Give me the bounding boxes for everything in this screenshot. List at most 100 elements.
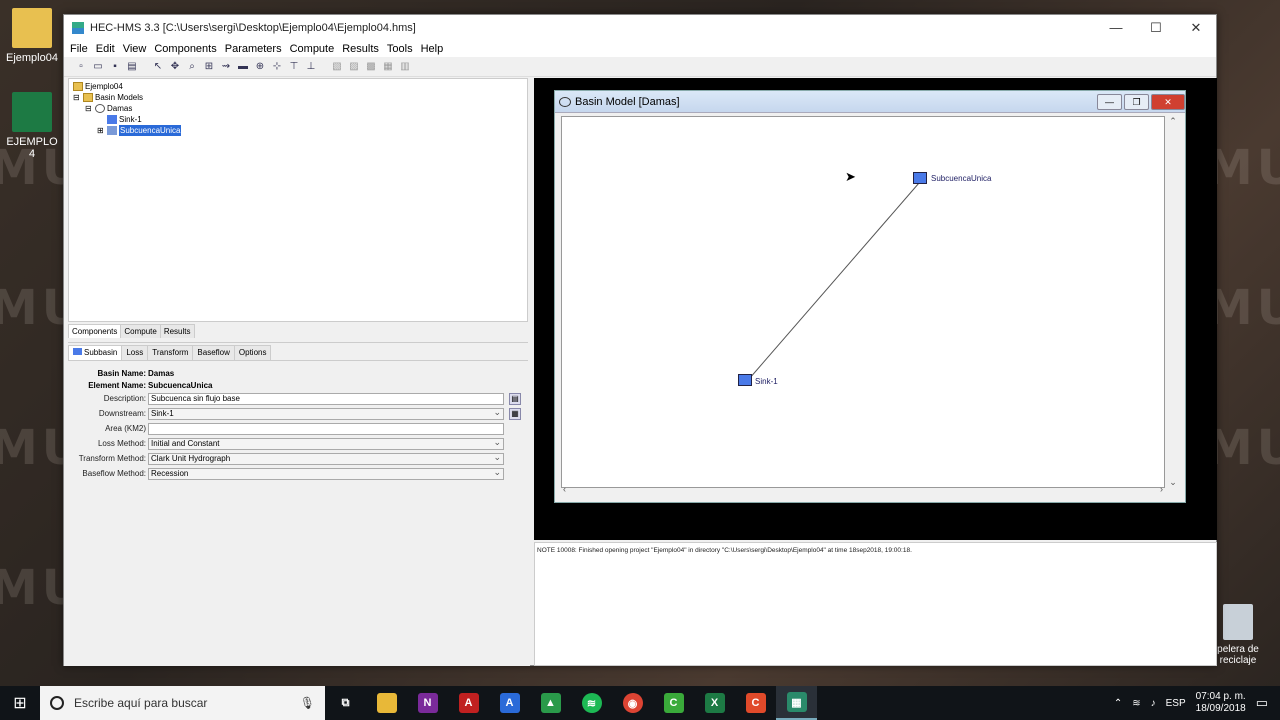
sink-icon <box>107 115 117 124</box>
notifications-icon[interactable]: ▭ <box>1256 695 1268 711</box>
tab-baseflow[interactable]: Baseflow <box>192 345 235 360</box>
tree-item-basin[interactable]: ⊟ Damas <box>71 103 527 114</box>
menu-compute[interactable]: Compute <box>286 43 339 55</box>
tab-loss[interactable]: Loss <box>121 345 149 360</box>
zoom-icon[interactable]: ⌕ <box>185 60 199 74</box>
horizontal-scrollbar[interactable]: ‹ › <box>561 484 1165 498</box>
taskbar-camtasia-recorder[interactable]: C <box>735 686 776 720</box>
sink-node-label[interactable]: Sink-1 <box>755 377 778 386</box>
table-icon[interactable]: ▦ <box>381 60 395 74</box>
loss-method-select[interactable]: Initial and Constant <box>148 437 504 450</box>
tab-subbasin[interactable]: Subbasin <box>68 345 123 360</box>
source-tool-icon[interactable]: ⊤ <box>287 60 301 74</box>
tab-components[interactable]: Components <box>68 324 122 338</box>
menu-results[interactable]: Results <box>338 43 383 55</box>
basin-map-canvas[interactable]: SubcuencaUnica Sink-1 ➤ <box>561 116 1165 488</box>
language-indicator[interactable]: ESP <box>1166 698 1186 709</box>
subbasin-node-label[interactable]: SubcuencaUnica <box>931 174 991 183</box>
move-icon[interactable]: ✥ <box>168 60 182 74</box>
downstream-select[interactable]: Sink-1 <box>148 407 504 420</box>
taskbar-image-app[interactable]: ▲ <box>530 686 571 720</box>
reservoir-tool-icon[interactable]: ▬ <box>236 60 250 74</box>
taskbar-app-a[interactable]: A <box>489 686 530 720</box>
basin-name-label: Basin Name: <box>97 368 146 378</box>
vertical-scrollbar[interactable]: ⌃ ⌄ <box>1165 116 1181 488</box>
taskbar-task-view[interactable]: ⧉ <box>325 686 366 720</box>
arrow-select-icon[interactable]: ↖ <box>151 60 165 74</box>
downstream-selector-icon[interactable]: ▦ <box>509 407 521 420</box>
desktop-icon-excel[interactable]: EJEMPLO 4 <box>2 92 62 160</box>
tab-compute[interactable]: Compute <box>120 324 161 338</box>
basin-close-button[interactable]: ✕ <box>1151 93 1185 110</box>
tree-item-basin-models[interactable]: ⊟ Basin Models <box>71 92 527 103</box>
maximize-button[interactable]: ☐ <box>1136 15 1176 40</box>
taskbar-autocad[interactable]: A <box>448 686 489 720</box>
menu-parameters[interactable]: Parameters <box>221 43 286 55</box>
diversion-tool-icon[interactable]: ⊹ <box>270 60 284 74</box>
menu-file[interactable]: File <box>66 43 92 55</box>
chevron-up-icon[interactable]: ⌃ <box>1114 698 1122 709</box>
subbasin-tool-icon[interactable]: ⊞ <box>202 60 216 74</box>
tree-label: Basin Models <box>95 93 144 102</box>
print-icon[interactable]: ▤ <box>125 60 139 74</box>
taskbar-hec-hms[interactable]: ▦ <box>776 686 817 720</box>
tab-transform[interactable]: Transform <box>147 345 194 360</box>
subbasin-node-icon[interactable] <box>913 172 927 184</box>
taskbar-onenote[interactable]: N <box>407 686 448 720</box>
microphone-icon[interactable]: 🎙 <box>300 696 315 710</box>
taskbar-chrome[interactable]: ◉ <box>612 686 653 720</box>
baseflow-method-select[interactable]: Recession <box>148 467 504 480</box>
basin-minimize-button[interactable]: — <box>1097 93 1122 110</box>
graph-icon[interactable]: ▨ <box>347 60 361 74</box>
tree-item-subbasin[interactable]: ⊞ SubcuencaUnica <box>71 125 527 136</box>
file-explorer-icon <box>376 693 397 713</box>
reach-tool-icon[interactable]: ⇝ <box>219 60 233 74</box>
area-field[interactable] <box>148 422 504 435</box>
summary-icon[interactable]: ▩ <box>364 60 378 74</box>
windows-start-icon[interactable]: ⊞ <box>0 686 40 720</box>
tab-results[interactable]: Results <box>159 324 195 338</box>
description-field[interactable]: Subcuenca sin flujo base <box>148 392 504 405</box>
menu-tools[interactable]: Tools <box>383 43 417 55</box>
desktop-icon-recycle-bin[interactable]: pelera de reciclaje <box>1208 604 1268 666</box>
expand-icon[interactable]: ⊞ <box>97 125 107 136</box>
taskbar-search[interactable]: Escribe aquí para buscar 🎙 <box>40 686 325 720</box>
minimize-button[interactable]: — <box>1096 15 1136 40</box>
wifi-icon[interactable]: ≋ <box>1132 698 1140 709</box>
taskbar-camtasia[interactable]: C <box>653 686 694 720</box>
tree-item-sink[interactable]: Sink-1 <box>71 114 527 125</box>
basin-model-icon <box>95 104 105 113</box>
sink-node-icon[interactable] <box>738 374 752 386</box>
basin-maximize-button[interactable]: ❐ <box>1124 93 1149 110</box>
menu-components[interactable]: Components <box>150 43 220 55</box>
save-icon[interactable]: ▪ <box>108 60 122 74</box>
compute-icon[interactable]: ▧ <box>330 60 344 74</box>
tree-item-project[interactable]: Ejemplo04 <box>71 81 527 92</box>
junction-tool-icon[interactable]: ⊕ <box>253 60 267 74</box>
description-editor-icon[interactable]: ▤ <box>509 392 521 405</box>
transform-method-select[interactable]: Clark Unit Hydrograph <box>148 452 504 465</box>
menu-help[interactable]: Help <box>417 43 448 55</box>
open-folder-icon[interactable]: ▭ <box>91 60 105 74</box>
menu-edit[interactable]: Edit <box>92 43 119 55</box>
taskbar-excel[interactable]: X <box>694 686 735 720</box>
collapse-icon[interactable]: ⊟ <box>73 92 83 103</box>
scroll-up-icon[interactable]: ⌃ <box>1165 116 1181 127</box>
tab-options[interactable]: Options <box>233 345 272 360</box>
taskbar-file-explorer[interactable] <box>366 686 407 720</box>
scroll-down-icon[interactable]: ⌄ <box>1165 477 1181 488</box>
clock[interactable]: 07:04 p. m. 18/09/2018 <box>1196 691 1246 715</box>
close-button[interactable]: ✕ <box>1176 15 1216 40</box>
scroll-right-icon[interactable]: › <box>1160 484 1163 494</box>
volume-icon[interactable]: ♪ <box>1151 698 1156 709</box>
sink-tool-icon[interactable]: ⊥ <box>304 60 318 74</box>
new-file-icon[interactable]: ▫ <box>74 60 88 74</box>
app-a-icon: A <box>499 693 520 713</box>
system-tray: ⌃ ≋ ♪ ESP 07:04 p. m. 18/09/2018 ▭ <box>1114 691 1280 715</box>
taskbar-spotify[interactable]: ≋ <box>571 686 612 720</box>
menu-view[interactable]: View <box>119 43 151 55</box>
results-icon[interactable]: ▥ <box>398 60 412 74</box>
collapse-icon[interactable]: ⊟ <box>85 103 95 114</box>
desktop-icon-folder[interactable]: Ejemplo04 <box>2 8 62 64</box>
scroll-left-icon[interactable]: ‹ <box>563 484 566 494</box>
